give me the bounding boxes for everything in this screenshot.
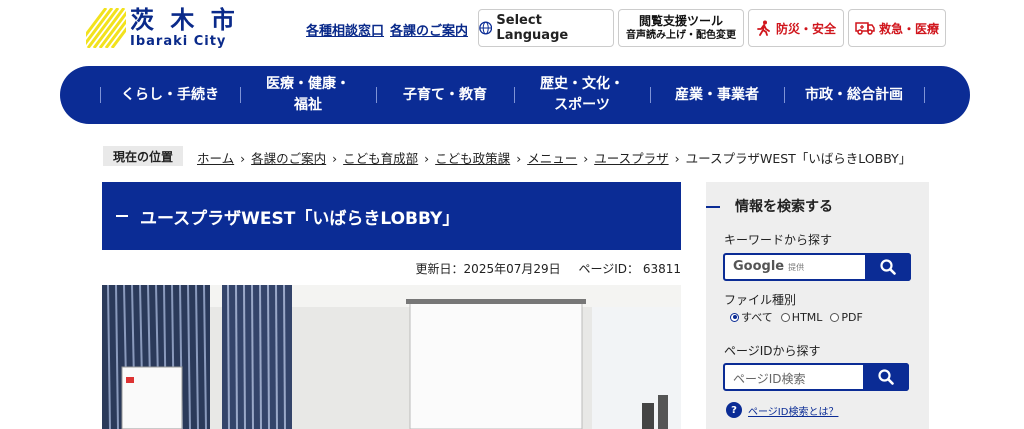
global-nav: くらし・手続き 医療・健康・ 福祉 子育て・教育 歴史・文化・ スポーツ 産業・… [60, 66, 970, 124]
title-dash [116, 215, 128, 217]
heading-dash [706, 206, 720, 208]
breadcrumb-separator: › [516, 151, 522, 166]
ambulance-icon [855, 22, 875, 35]
search-sidebar: 情報を検索する キーワードから探す Google 提供 ファイル種別 すべて HT… [706, 182, 929, 429]
nav-item-health[interactable]: 医療・健康・ 福祉 [240, 66, 376, 124]
room-photo-image [102, 285, 681, 429]
nav-item-childcare[interactable]: 子育て・教育 [376, 66, 514, 124]
accessibility-tools-button[interactable]: 閲覧支援ツール 音声読み上げ・配色変更 [618, 9, 744, 47]
nav-item-government[interactable]: 市政・総合計画 [784, 66, 924, 124]
question-icon: ? [726, 402, 742, 418]
select-language-label: Select Language [496, 13, 569, 43]
keyword-search-field[interactable]: Google 提供 [723, 253, 911, 281]
search-icon [878, 369, 894, 385]
page-id: ページID： 63811 [578, 262, 681, 276]
disaster-safety-button[interactable]: 防災・安全 [748, 9, 844, 47]
breadcrumb-menu[interactable]: メニュー [527, 151, 577, 166]
file-type-label: ファイル種別 [724, 293, 797, 307]
page-id-search-field[interactable]: ページID検索 [723, 363, 909, 391]
page-title-bar: ユースプラザWEST「いばらきLOBBY」 [102, 182, 681, 250]
breadcrumb-home[interactable]: ホーム [197, 151, 234, 166]
accessibility-title: 閲覧支援ツール [638, 14, 723, 28]
breadcrumb: ホーム › 各課のご案内 › こども育成部 › こども政策課 › メニュー › ユースプラザ › ユース… [197, 148, 911, 167]
breadcrumb-child-development[interactable]: こども育成部 [343, 151, 418, 166]
file-type-all[interactable]: すべて [730, 309, 773, 325]
page-id-help-link[interactable]: ? ページID検索とは？ [726, 402, 838, 418]
updated-date: 更新日：2025年07月29日 [415, 262, 561, 276]
page-title: ユースプラザWEST「いばらきLOBBY」 [140, 209, 460, 229]
disaster-safety-label: 防災・安全 [775, 21, 836, 36]
breadcrumb-separator: › [332, 151, 338, 166]
search-title: 情報を検索する [735, 199, 833, 215]
file-type-radios: すべて HTML PDF [730, 309, 863, 325]
city-logo[interactable]: 茨 木 市 Ibaraki City [86, 6, 246, 54]
breadcrumb-youth-plaza[interactable]: ユースプラザ [594, 151, 668, 166]
nav-separator [924, 87, 925, 103]
nav-item-living[interactable]: くらし・手続き [100, 66, 240, 124]
nav-item-culture[interactable]: 歴史・文化・ スポーツ [514, 66, 650, 124]
radio-icon [780, 312, 790, 322]
running-person-icon [757, 20, 770, 36]
radio-selected-icon [730, 312, 739, 322]
emergency-medical-label: 救急・医療 [878, 21, 939, 36]
select-language-button[interactable]: Select Language [478, 9, 614, 47]
file-type-html[interactable]: HTML [780, 309, 822, 325]
google-label: Google 提供 [733, 259, 805, 274]
breadcrumb-current: ユースプラザWEST「いばらきLOBBY」 [685, 151, 912, 166]
logo-mark-icon [86, 8, 126, 48]
room-photo [102, 285, 681, 429]
globe-icon [479, 21, 493, 35]
file-type-pdf[interactable]: PDF [830, 309, 863, 325]
page-id-label: ページIDから探す [724, 344, 821, 358]
breadcrumb-departments[interactable]: 各課のご案内 [251, 151, 326, 166]
keyword-label: キーワードから探す [724, 233, 833, 247]
breadcrumb-separator: › [674, 151, 680, 166]
search-icon [880, 259, 896, 275]
breadcrumb-separator: › [424, 151, 430, 166]
breadcrumb-separator: › [240, 151, 246, 166]
page-id-help-text: ページID検索とは？ [748, 406, 839, 418]
breadcrumb-label: 現在の位置 [103, 146, 183, 166]
page-id-placeholder: ページID検索 [733, 372, 806, 386]
logo-japanese: 茨 木 市 [130, 6, 239, 34]
nav-item-industry[interactable]: 産業・事業者 [650, 66, 784, 124]
accessibility-subtitle: 音声読み上げ・配色変更 [626, 30, 736, 41]
radio-icon [830, 312, 840, 322]
consultation-link[interactable]: 各種相談窓口 [306, 20, 384, 39]
breadcrumb-child-policy[interactable]: こども政策課 [435, 151, 510, 166]
page-id-search-button[interactable] [863, 363, 909, 391]
breadcrumb-separator: › [583, 151, 589, 166]
emergency-medical-button[interactable]: 救急・医療 [848, 9, 946, 47]
logo-english: Ibaraki City [130, 34, 227, 49]
keyword-search-button[interactable] [865, 253, 911, 281]
page-meta: 更新日：2025年07月29日 ページID： 63811 [416, 260, 681, 277]
departments-link[interactable]: 各課のご案内 [390, 20, 468, 39]
